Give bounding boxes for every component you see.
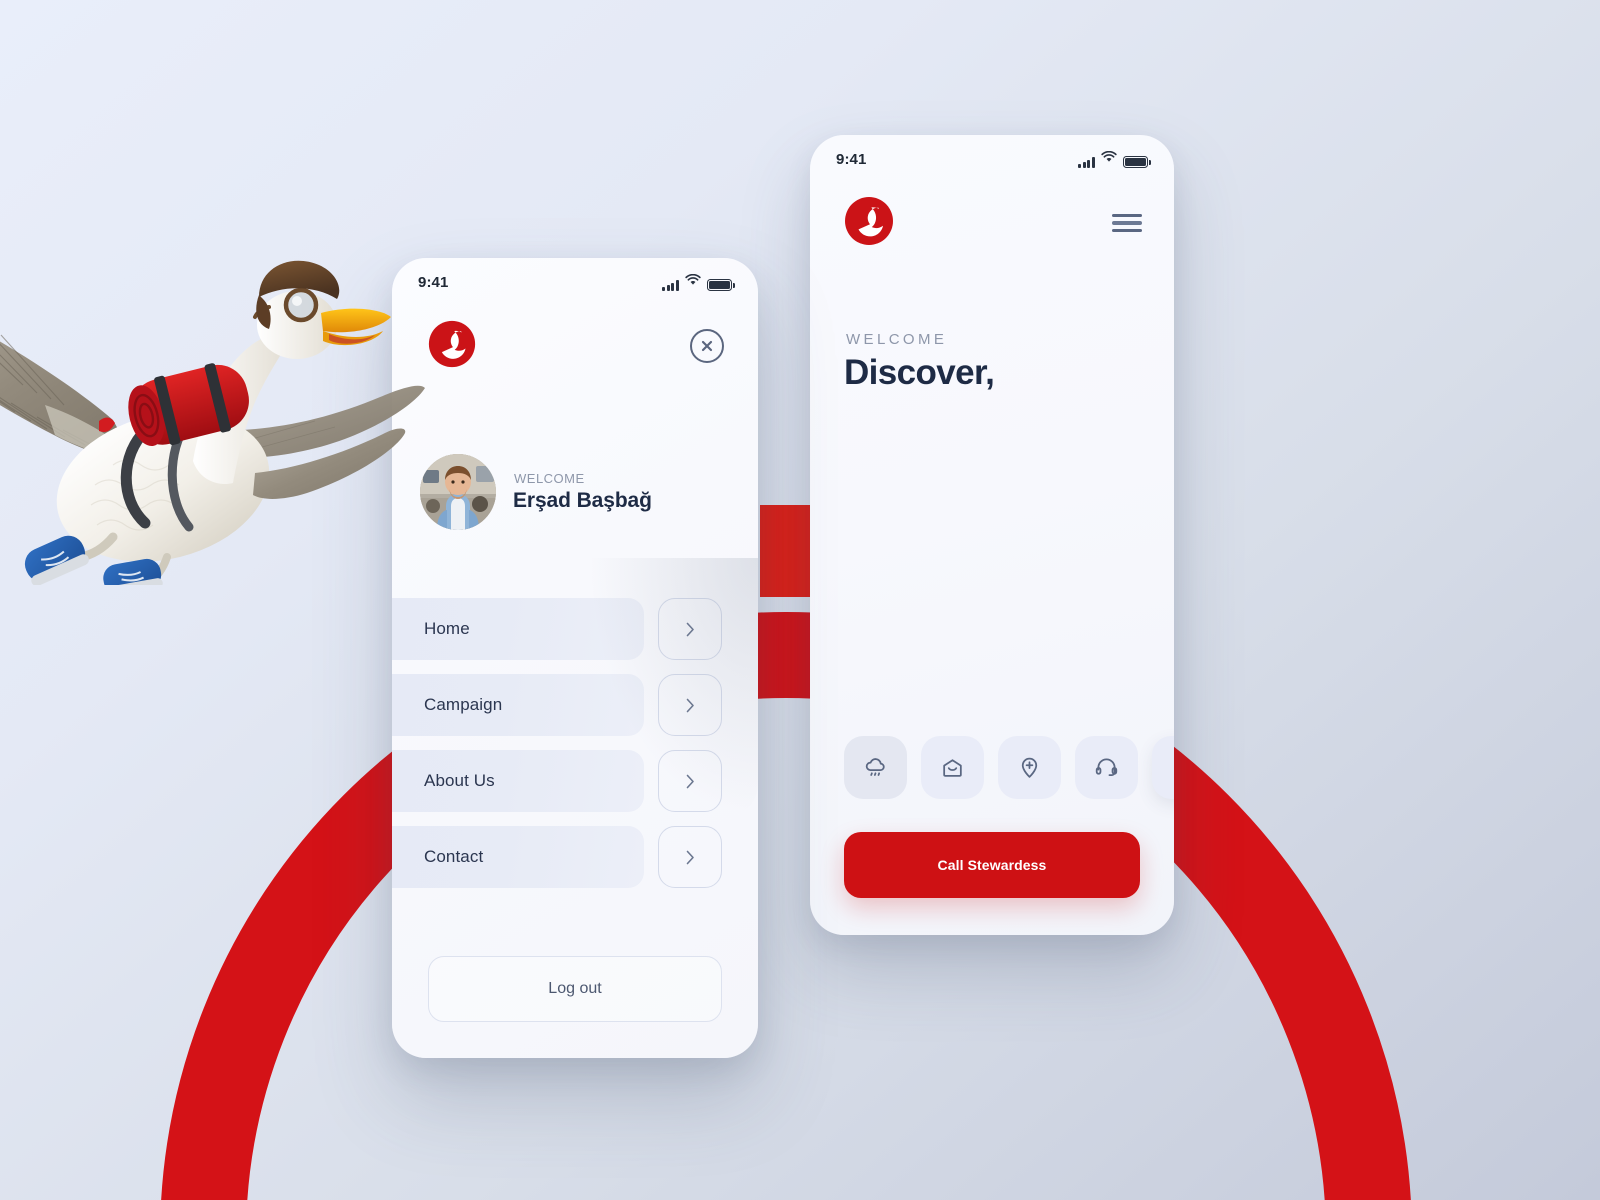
sidebar-item-about-us[interactable]: About Us: [392, 750, 644, 812]
quick-action-add-place[interactable]: [998, 736, 1061, 799]
chevron-right-icon[interactable]: [658, 750, 722, 812]
status-bar: 9:41: [810, 135, 1174, 183]
profile-text: WELCOME Erşad Başbağ: [513, 471, 652, 513]
hamburger-menu-icon[interactable]: [1112, 214, 1142, 232]
discover-header: [810, 196, 1174, 249]
status-bar: 9:41: [392, 258, 758, 306]
turkish-airlines-logo: [842, 194, 896, 253]
profile-eyebrow: WELCOME: [514, 471, 585, 486]
discover-eyebrow: WELCOME: [846, 331, 948, 348]
gear-settings-icon: [1171, 755, 1174, 780]
app-showcase-canvas: 9:41 WELCOME Discover, Call Stewardess 9…: [0, 0, 1600, 1200]
sidebar-item-contact[interactable]: Contact: [392, 826, 644, 888]
chevron-right-icon[interactable]: [658, 674, 722, 736]
signal-bars-icon: [662, 280, 679, 291]
menu-item-label: Campaign: [424, 695, 503, 714]
menu-item-label: About Us: [424, 771, 495, 790]
status-bar-icons: [662, 273, 735, 291]
close-circle-icon[interactable]: [690, 329, 724, 363]
menu-screen-surface: 9:41 WELCOME Erşad Başbağ Home Campaign …: [392, 258, 758, 1058]
menu-header: [392, 320, 758, 372]
wifi-icon: [1101, 150, 1117, 168]
battery-icon: [1123, 156, 1151, 168]
sidebar-item-home[interactable]: Home: [392, 598, 644, 660]
status-bar-time: 9:41: [836, 150, 867, 168]
quick-action-mail[interactable]: [921, 736, 984, 799]
chevron-right-icon[interactable]: [658, 826, 722, 888]
phone-menu-screen: 9:41 WELCOME Erşad Başbağ Home Campaign …: [392, 258, 758, 1058]
discover-headline: Discover,: [844, 353, 995, 392]
rain-cloud-icon: [863, 755, 888, 780]
status-bar-icons: [1078, 150, 1151, 168]
discover-welcome-block: WELCOME Discover,: [844, 331, 995, 393]
sidebar-item-campaign[interactable]: Campaign: [392, 674, 644, 736]
status-bar-time: 9:41: [418, 273, 449, 291]
quick-action-support[interactable]: [1075, 736, 1138, 799]
map-pin-plus-icon: [1017, 755, 1042, 780]
logout-button[interactable]: Log out: [428, 956, 722, 1022]
menu-list: Home Campaign About Us Contact: [392, 598, 758, 902]
menu-item-label: Home: [424, 619, 470, 638]
background-red-ring: [160, 612, 1412, 1200]
flying-goose-mascot: [0, 255, 445, 597]
menu-item-label: Contact: [424, 847, 484, 866]
discover-screen-surface: 9:41 WELCOME Discover, Call Stewardess: [810, 135, 1174, 935]
phone-discover-screen: 9:41 WELCOME Discover, Call Stewardess: [810, 135, 1174, 935]
turkish-airlines-logo: [426, 318, 478, 375]
user-avatar: [420, 454, 496, 530]
battery-icon: [707, 279, 735, 291]
quick-action-settings[interactable]: [1152, 736, 1174, 799]
quick-action-tiles: [844, 736, 1174, 799]
profile-name: Erşad Başbağ: [513, 489, 652, 512]
menu-row: About Us: [392, 750, 758, 812]
signal-bars-icon: [1078, 157, 1095, 168]
mail-open-icon: [940, 755, 965, 780]
menu-row: Campaign: [392, 674, 758, 736]
quick-action-weather[interactable]: [844, 736, 907, 799]
menu-row: Home: [392, 598, 758, 660]
chevron-right-icon[interactable]: [658, 598, 722, 660]
menu-row: Contact: [392, 826, 758, 888]
profile-block: WELCOME Erşad Başbağ: [420, 454, 652, 530]
wifi-icon: [685, 273, 701, 291]
call-stewardess-button[interactable]: Call Stewardess: [844, 832, 1140, 898]
headset-support-icon: [1094, 755, 1119, 780]
